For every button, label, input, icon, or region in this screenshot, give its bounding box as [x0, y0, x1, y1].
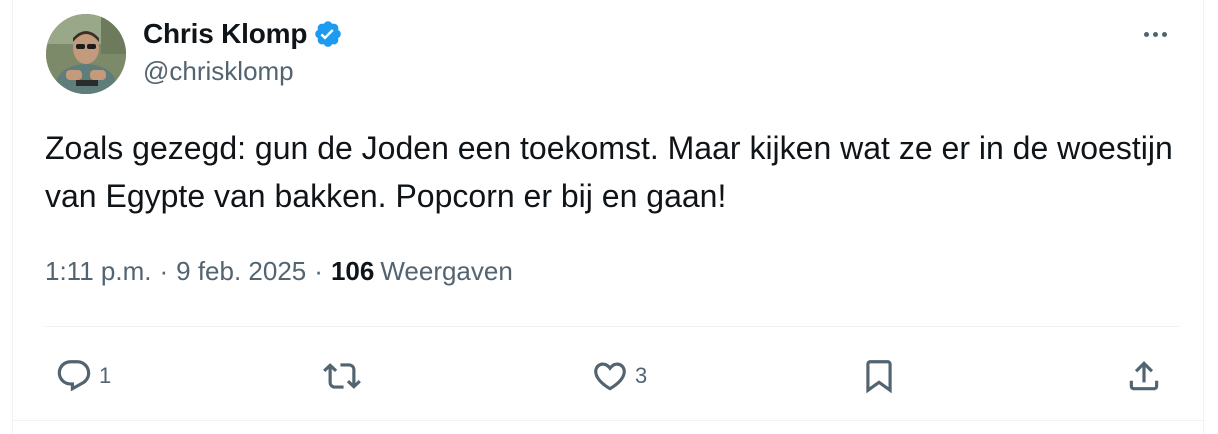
heart-icon: [594, 362, 626, 391]
reply-button[interactable]: 1: [55, 352, 111, 400]
views-label[interactable]: Weergaven: [380, 256, 513, 287]
share-button[interactable]: [1125, 352, 1169, 400]
meta-separator: ·: [159, 256, 169, 286]
views-count[interactable]: 106: [331, 256, 374, 287]
bookmark-icon: [866, 360, 892, 394]
like-count: 3: [635, 363, 648, 388]
tweet-text: Zoals gezegd: gun de Joden een toekomst.…: [45, 130, 1173, 214]
more-options-button[interactable]: [1135, 18, 1175, 50]
more-dot: [1161, 31, 1167, 37]
reply-icon: [57, 360, 91, 392]
author-display-name[interactable]: Chris Klomp: [143, 18, 307, 50]
tweet-card: Chris Klomp @chrisklomp Zoals gezegd: gu…: [12, 0, 1205, 434]
like-button[interactable]: 3: [591, 352, 647, 400]
avatar-image: [46, 14, 126, 94]
tweet-time[interactable]: 1:11 p.m.: [45, 256, 151, 287]
meta-separator: ·: [314, 256, 323, 286]
divider: [45, 326, 1179, 327]
action-bar: 1 3: [13, 352, 1205, 400]
avatar[interactable]: [46, 14, 126, 94]
more-dot: [1143, 31, 1149, 37]
bookmark-button[interactable]: [860, 352, 904, 400]
more-dot: [1152, 31, 1158, 37]
retweet-button[interactable]: [323, 352, 367, 400]
share-icon: [1129, 361, 1159, 391]
tweet-date[interactable]: 9 feb. 2025: [176, 256, 306, 287]
bottom-border: [13, 420, 1205, 421]
verified-badge-icon[interactable]: [313, 19, 343, 49]
tweet-meta: 1:11 p.m. · 9 feb. 2025 · 106 Weergaven: [45, 256, 513, 287]
retweet-icon: [323, 363, 361, 389]
reply-count: 1: [99, 363, 112, 388]
author-name-row: Chris Klomp: [143, 16, 343, 52]
author-handle[interactable]: @chrisklomp: [143, 56, 294, 87]
